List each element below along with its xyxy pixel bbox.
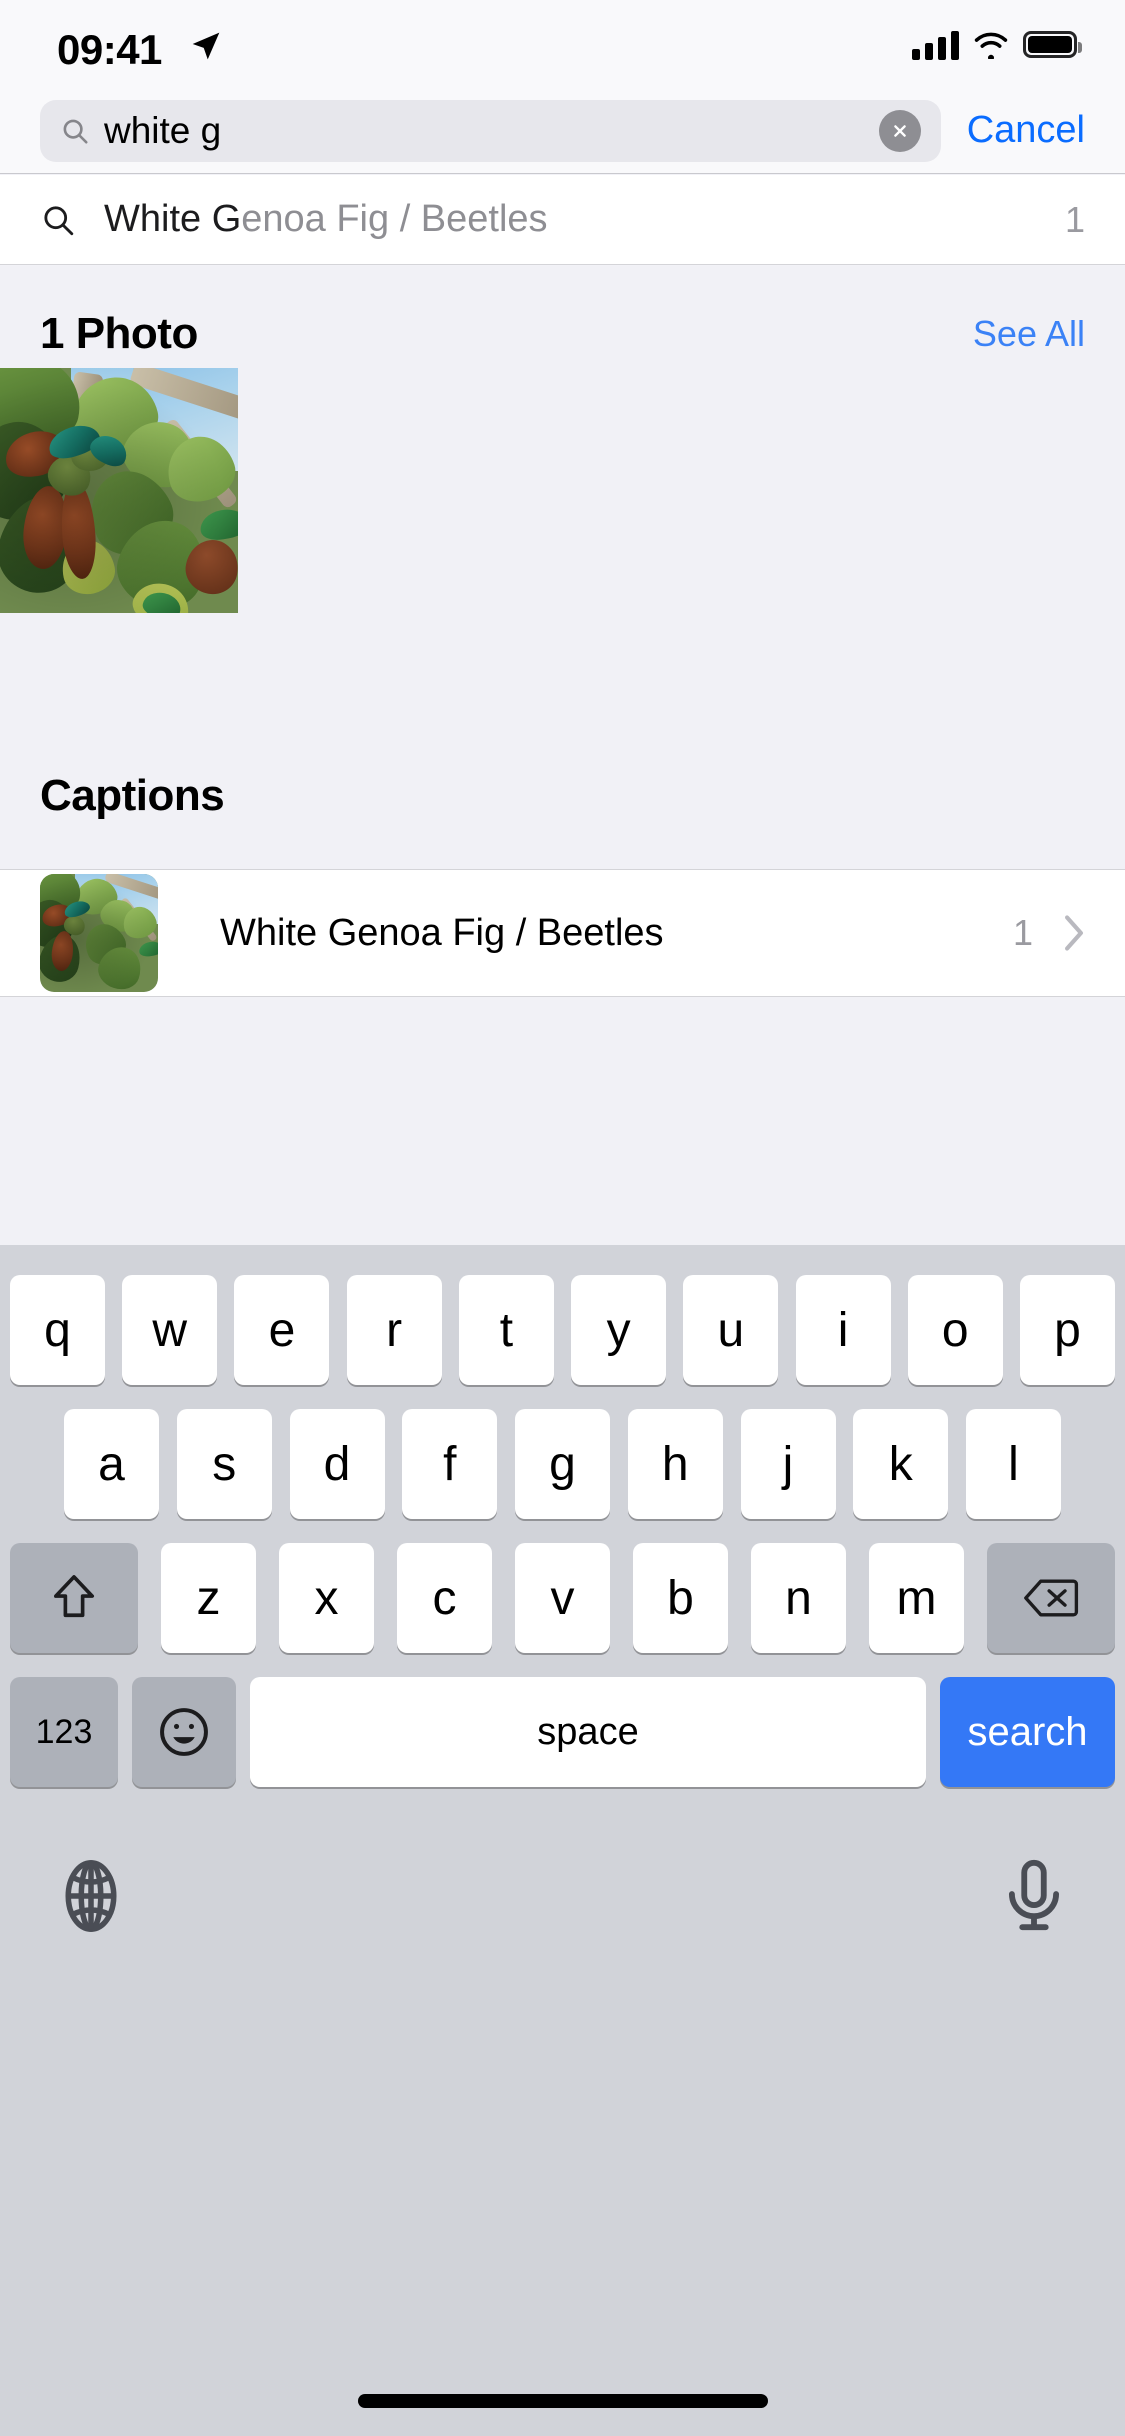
suggestion-label: White Genoa Fig / Beetles [104,198,1065,241]
photos-section: 1 Photo See All [0,266,1125,719]
caption-count: 1 [1012,912,1033,953]
cellular-bars-icon [912,28,959,60]
key-v[interactable]: v [515,1543,610,1653]
status-bar-indicators [912,28,1082,60]
photo-results-strip [0,368,1125,613]
status-bar: 09:41 [0,0,1125,88]
fig-beetles-image [40,874,158,992]
key-s[interactable]: s [176,1409,272,1519]
battery-full-icon [1023,30,1082,58]
keyboard-row-1: q w e r t y u i o p [0,1275,1125,1385]
key-n[interactable]: n [751,1543,846,1653]
fig-beetles-image [0,368,238,613]
close-icon [893,124,906,137]
key-d[interactable]: d [289,1409,385,1519]
captions-section-header: Captions [0,771,1125,821]
clear-search-button[interactable] [878,109,921,152]
page-title: 1 Photo [40,309,198,358]
empty-scroll-area [0,997,1125,1245]
key-g[interactable]: g [515,1409,610,1519]
list-item[interactable]: White Genoa Fig / Beetles 1 [0,870,1125,996]
captions-title: Captions [40,771,225,820]
home-indicator[interactable] [357,2394,768,2408]
suggestion-count: 1 [1064,198,1085,240]
keyboard-row-3: z x c v b n m [0,1543,1125,1653]
shift-key[interactable] [10,1543,138,1653]
key-w[interactable]: w [122,1275,218,1385]
status-bar-time: 09:41 [57,26,162,73]
key-i[interactable]: i [795,1275,891,1385]
key-j[interactable]: j [740,1409,836,1519]
key-t[interactable]: t [458,1275,554,1385]
photos-section-header: 1 Photo See All [0,309,1125,359]
search-bar-container: white g Cancel [0,88,1125,174]
location-arrow-icon [192,32,220,60]
microphone-icon[interactable] [995,1857,1073,1935]
key-l[interactable]: l [966,1409,1061,1519]
key-z[interactable]: z [161,1543,256,1653]
key-k[interactable]: k [853,1409,949,1519]
key-a[interactable]: a [64,1409,159,1519]
captions-section: Captions [0,719,1125,869]
keyboard-row-4: 123 space search [0,1677,1125,1787]
delete-backspace-icon [1024,1579,1079,1617]
emoji-smiley-icon [160,1708,208,1756]
key-y[interactable]: y [571,1275,667,1385]
key-r[interactable]: r [346,1275,442,1385]
numeric-key[interactable]: 123 [10,1677,118,1787]
space-key[interactable]: space [250,1677,926,1787]
cancel-button[interactable]: Cancel [967,109,1085,152]
caption-thumbnail[interactable] [40,874,158,992]
iphone-screen: 09:41 white g Cancel White Genoa Fig / B… [0,0,1125,2436]
emoji-key[interactable] [132,1677,236,1787]
key-b[interactable]: b [633,1543,728,1653]
key-o[interactable]: o [907,1275,1003,1385]
search-icon [63,119,88,144]
suggestion-remaining-text: enoa Fig / Beetles [241,198,548,240]
search-suggestion-row[interactable]: White Genoa Fig / Beetles 1 [0,175,1125,265]
suggestion-matched-text: White G [104,198,242,240]
key-f[interactable]: f [402,1409,498,1519]
search-input[interactable]: white g [40,99,941,162]
caption-label: White Genoa Fig / Beetles [220,911,664,954]
delete-key[interactable] [987,1543,1115,1653]
key-c[interactable]: c [397,1543,492,1653]
captions-list: White Genoa Fig / Beetles 1 [0,869,1125,997]
search-input-value: white g [104,109,222,151]
key-m[interactable]: m [869,1543,964,1653]
key-u[interactable]: u [683,1275,779,1385]
keyboard-bottom-bar [0,1831,1125,1961]
key-p[interactable]: p [1019,1275,1115,1385]
keyboard-row-2: a s d f g h j k l [0,1409,1125,1519]
on-screen-keyboard: q w e r t y u i o p a s d f g h j k l z … [0,1245,1125,2436]
see-all-button[interactable]: See All [973,313,1085,355]
wifi-icon [974,32,1008,59]
key-h[interactable]: h [627,1409,723,1519]
key-x[interactable]: x [279,1543,374,1653]
search-return-key[interactable]: search [940,1677,1115,1787]
shift-arrow-icon [53,1575,95,1618]
key-e[interactable]: e [234,1275,330,1385]
search-icon [44,205,74,235]
globe-icon[interactable] [52,1857,130,1935]
chevron-right-icon [1065,915,1083,951]
photo-thumbnail[interactable] [0,368,238,613]
key-q[interactable]: q [10,1275,105,1385]
